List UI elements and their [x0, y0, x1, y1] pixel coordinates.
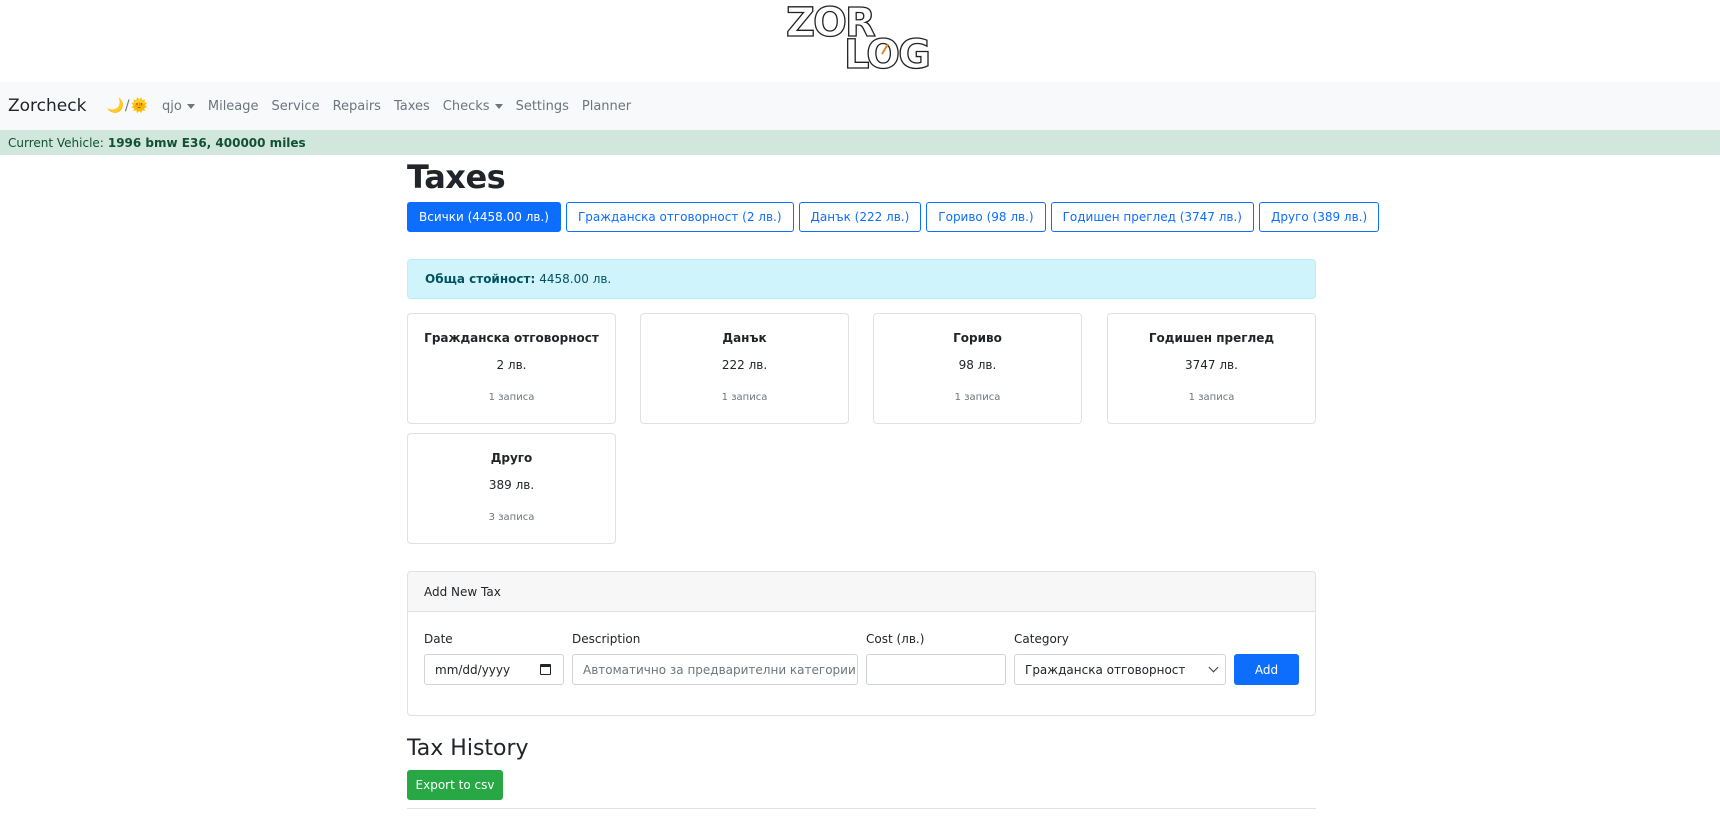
current-vehicle-bar: Current Vehicle: 1996 bmw E36, 400000 mi… [0, 130, 1720, 155]
card-count: 1 записа [1188, 392, 1235, 403]
nav-taxes[interactable]: Taxes [394, 99, 430, 114]
total-cost-alert: Обща стойност: 4458.00 лв. [407, 259, 1316, 299]
card-value: 98 лв. [958, 358, 997, 372]
nav-user-label: qjo [162, 98, 182, 114]
logo-graphic: ZOR LOG [785, 0, 931, 79]
nav-planner[interactable]: Planner [582, 99, 631, 114]
add-tax-header: Add New Tax [408, 572, 1315, 612]
filter-all[interactable]: Всички (4458.00 лв.) [407, 202, 561, 232]
filter-annual-inspection[interactable]: Годишен преглед (3747 лв.) [1050, 202, 1254, 232]
summary-card-other: Друго 389 лв. 3 записа [407, 433, 616, 544]
nav-user-dropdown[interactable]: qjo [162, 99, 195, 114]
tax-history-title: Tax History [407, 736, 529, 761]
total-label: Обща стойност: [425, 272, 536, 286]
nav-checks-label: Checks [442, 98, 490, 114]
category-selected-value: Гражданска отговорност [1025, 662, 1186, 677]
card-count: 1 записа [488, 392, 535, 403]
nav-checks-dropdown[interactable]: Checks [443, 99, 503, 114]
card-value: 222 лв. [721, 358, 768, 372]
card-count: 1 записа [721, 392, 768, 403]
history-table-top-border [407, 808, 1316, 809]
vehicle-prefix: Current Vehicle: [8, 135, 104, 150]
filter-tax[interactable]: Данък (222 лв.) [798, 202, 922, 232]
chevron-down-icon [494, 104, 503, 109]
category-filters: Всички (4458.00 лв.) Гражданска отговорн… [407, 202, 1380, 232]
description-placeholder: Автоматично за предварителни категории [583, 662, 856, 677]
date-placeholder: mm/dd/yyyy [435, 662, 511, 677]
logo-line2: LOG [844, 32, 929, 72]
sun-icon: 🌞 [130, 98, 149, 114]
moon-icon: 🌙 [106, 98, 124, 114]
card-title: Данък [722, 331, 767, 345]
export-csv-button[interactable]: Export to csv [407, 770, 503, 800]
theme-separator: / [124, 98, 130, 114]
card-value: 3747 лв. [1185, 358, 1238, 372]
summary-card-tax: Данък 222 лв. 1 записа [640, 313, 849, 424]
description-label: Description [572, 632, 641, 646]
category-label: Category [1014, 632, 1069, 646]
total-value: 4458.00 лв. [539, 272, 612, 286]
page-title: Taxes [407, 158, 506, 196]
add-tax-form: Add New Tax Date mm/dd/yyyy Description … [407, 571, 1316, 716]
brand-link[interactable]: Zorcheck [8, 96, 86, 116]
card-title: Гориво [953, 331, 1002, 345]
top-navbar: Zorcheck 🌙 / 🌞 qjo Mileage Service Repairs… [0, 82, 1720, 130]
filter-fuel[interactable]: Гориво (98 лв.) [926, 202, 1046, 232]
add-button[interactable]: Add [1234, 654, 1299, 685]
card-title: Друго [490, 451, 533, 465]
nav-repairs[interactable]: Repairs [333, 99, 381, 114]
summary-card-liability: Гражданска отговорност 2 лв. 1 записа [407, 313, 616, 424]
nav-service[interactable]: Service [272, 99, 320, 114]
date-input[interactable]: mm/dd/yyyy [424, 654, 564, 685]
card-value: 2 лв. [496, 358, 527, 372]
summary-card-annual-inspection: Годишен преглед 3747 лв. 1 записа [1107, 313, 1316, 424]
description-input[interactable]: Автоматично за предварителни категории [572, 654, 858, 685]
theme-toggle[interactable]: 🌙 / 🌞 [106, 98, 148, 114]
nav-settings[interactable]: Settings [516, 99, 569, 114]
card-title: Гражданска отговорност [424, 331, 599, 345]
vehicle-name: 1996 bmw E36, 400000 miles [107, 135, 306, 150]
card-title: Годишен преглед [1148, 331, 1275, 345]
calendar-icon[interactable] [540, 664, 551, 675]
summary-card-fuel: Гориво 98 лв. 1 записа [873, 313, 1082, 424]
filter-other[interactable]: Друго (389 лв.) [1258, 202, 1380, 232]
chevron-down-icon [1208, 662, 1219, 673]
card-count: 3 записа [488, 512, 535, 523]
card-value: 389 лв. [488, 478, 535, 492]
filter-liability[interactable]: Гражданска отговорност (2 лв.) [565, 202, 794, 232]
category-select[interactable]: Гражданска отговорност [1014, 654, 1226, 685]
nav-mileage[interactable]: Mileage [208, 99, 259, 114]
card-count: 1 записа [954, 392, 1001, 403]
date-label: Date [424, 632, 453, 646]
zorlog-logo: ZOR LOG [785, 0, 938, 79]
chevron-down-icon [186, 104, 195, 109]
cost-label: Cost (лв.) [866, 632, 925, 646]
cost-input[interactable] [866, 654, 1006, 685]
